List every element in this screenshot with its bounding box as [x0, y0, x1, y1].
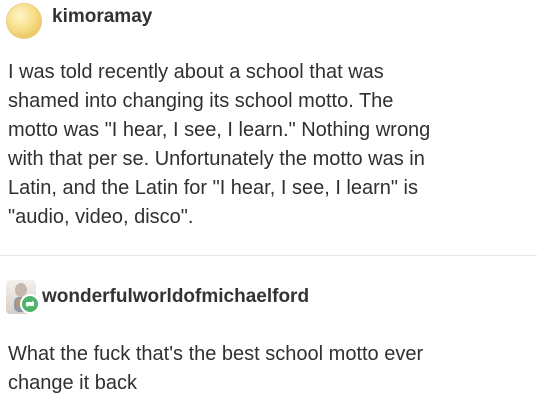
- username-link[interactable]: kimoramay: [52, 6, 152, 28]
- post-divider: [0, 255, 537, 256]
- username-link[interactable]: wonderfulworldofmichaelford: [42, 286, 309, 308]
- avatar[interactable]: [6, 280, 40, 316]
- post-body: I was told recently about a school that …: [8, 61, 431, 228]
- post-body: What the fuck that's the best school mot…: [8, 343, 424, 394]
- avatar[interactable]: [6, 3, 42, 39]
- reblog-icon: [20, 294, 40, 314]
- original-post: kimoramay I was told recently about a sc…: [0, 0, 537, 252]
- reblog-post: wonderfulworldofmichaelford What the fuc…: [0, 258, 537, 402]
